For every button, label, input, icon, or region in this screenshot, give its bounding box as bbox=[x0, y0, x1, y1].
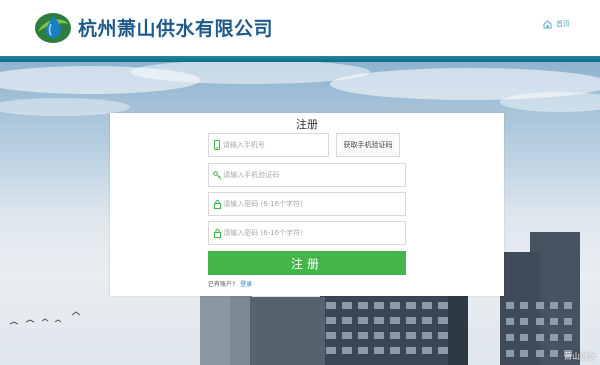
code-field[interactable] bbox=[208, 163, 406, 187]
home-label: 首页 bbox=[556, 20, 570, 28]
confirm-password-field[interactable] bbox=[208, 221, 406, 245]
phone-input[interactable] bbox=[221, 141, 328, 149]
company-logo[interactable] bbox=[34, 10, 72, 44]
password-field[interactable] bbox=[208, 192, 406, 216]
has-account-text: 已有账户? bbox=[208, 281, 236, 288]
company-name: 杭州萧山供水有限公司 bbox=[78, 18, 274, 40]
code-input[interactable] bbox=[222, 171, 405, 179]
watermark: 萧山供水 bbox=[564, 352, 596, 361]
password-input[interactable] bbox=[222, 200, 405, 208]
home-link[interactable]: 首页 bbox=[543, 19, 570, 29]
lock-icon bbox=[213, 198, 222, 210]
home-icon bbox=[543, 19, 552, 28]
register-title: 注册 bbox=[296, 118, 318, 131]
phone-field[interactable] bbox=[208, 133, 329, 157]
lock-icon bbox=[213, 227, 222, 239]
login-prompt: 已有账户? 登录 bbox=[208, 279, 252, 288]
phone-icon bbox=[213, 139, 222, 151]
site-header: 杭州萧山供水有限公司 首页 bbox=[0, 0, 600, 56]
register-submit-button[interactable]: 注册 bbox=[208, 251, 406, 275]
confirm-password-input[interactable] bbox=[222, 229, 405, 237]
get-code-button[interactable]: 获取手机验证码 bbox=[336, 133, 400, 157]
key-icon bbox=[213, 169, 222, 181]
login-link[interactable]: 登录 bbox=[240, 281, 252, 288]
